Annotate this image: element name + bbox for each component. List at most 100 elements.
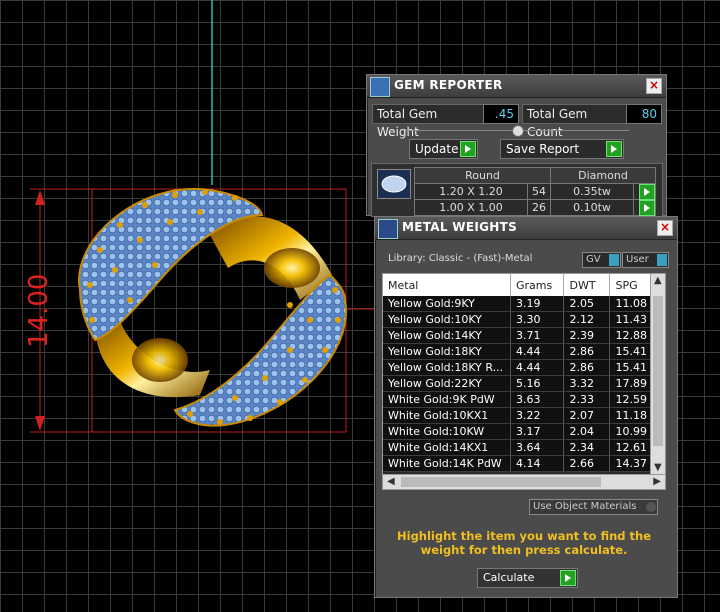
spg-value: 12.59 bbox=[609, 391, 653, 408]
splitter-handle[interactable] bbox=[512, 125, 524, 137]
user-toggle[interactable]: User bbox=[622, 252, 669, 268]
metal-column-header[interactable]: Metal bbox=[383, 274, 511, 296]
scroll-right-icon[interactable]: ▶ bbox=[653, 476, 661, 488]
gem-count: 54 bbox=[527, 183, 551, 200]
grams-value: 3.19 bbox=[510, 296, 565, 312]
metal-name: White Gold:14KX1 bbox=[383, 439, 511, 456]
spg-column-header[interactable]: SPG bbox=[609, 274, 653, 296]
grams-value: 3.17 bbox=[510, 423, 565, 440]
gem-row-arrow[interactable] bbox=[632, 199, 657, 216]
metal-table[interactable]: Metal Grams DWT SPG Yellow Gold:9KY 3.19 2… bbox=[382, 273, 666, 490]
dwt-value: 2.33 bbox=[563, 391, 611, 408]
spg-value: 15.41 bbox=[609, 343, 653, 360]
grams-value: 5.16 bbox=[510, 375, 565, 392]
total-gem-count-value: 80 bbox=[626, 104, 662, 124]
scroll-thumb[interactable] bbox=[653, 296, 663, 446]
calculate-label: Calculate bbox=[483, 571, 535, 584]
dwt-value: 2.12 bbox=[563, 311, 611, 328]
ring-model bbox=[78, 187, 348, 427]
metal-name: White Gold:14K PdW bbox=[383, 455, 511, 472]
gem-reporter-titlebar[interactable]: GEM REPORTER × bbox=[367, 75, 666, 98]
metal-name: Yellow Gold:18KY bbox=[383, 343, 511, 360]
dwt-value: 2.86 bbox=[563, 359, 611, 376]
total-gem-weight-label: Total Gem Weight bbox=[372, 104, 486, 139]
spg-value: 11.43 bbox=[609, 311, 653, 328]
grams-column-header[interactable]: Grams bbox=[510, 274, 565, 296]
scroll-thumb[interactable] bbox=[401, 477, 601, 487]
horizontal-scrollbar[interactable]: ◀ ▶ bbox=[383, 474, 665, 489]
metal-row[interactable]: Yellow Gold:14KY 3.71 2.39 12.88 bbox=[383, 327, 653, 344]
dwt-value: 2.04 bbox=[563, 423, 611, 440]
gem-row-arrow[interactable] bbox=[632, 183, 657, 200]
report-icon bbox=[370, 77, 390, 97]
spg-value: 15.41 bbox=[609, 359, 653, 376]
vertical-scrollbar[interactable]: ▲ ▼ bbox=[650, 274, 665, 477]
use-object-materials-checkbox[interactable]: Use Object Materials bbox=[529, 499, 658, 515]
metal-name: Yellow Gold:22KY bbox=[383, 375, 511, 392]
spg-value: 12.61 bbox=[609, 439, 653, 456]
metal-row[interactable]: White Gold:14K PdW 4.14 2.66 14.37 bbox=[383, 455, 653, 472]
metal-row[interactable]: Yellow Gold:18KY 4.44 2.86 15.41 bbox=[383, 343, 653, 360]
metal-row[interactable]: White Gold:10KW 3.17 2.04 10.99 bbox=[383, 423, 653, 440]
dwt-value: 2.05 bbox=[563, 296, 611, 312]
dwt-value: 2.86 bbox=[563, 343, 611, 360]
gem-table: Round Diamond 1.20 X 1.20 54 0.35tw 1.00… bbox=[414, 167, 657, 216]
close-icon[interactable]: × bbox=[657, 220, 673, 236]
dwt-column-header[interactable]: DWT bbox=[563, 274, 611, 296]
gem-count: 26 bbox=[527, 199, 551, 216]
scroll-left-icon[interactable]: ◀ bbox=[387, 476, 395, 488]
metal-row[interactable]: Yellow Gold:18KY R... 4.44 2.86 15.41 bbox=[383, 359, 653, 376]
dwt-value: 2.07 bbox=[563, 407, 611, 424]
scroll-down-icon[interactable]: ▼ bbox=[654, 462, 662, 474]
grams-value: 3.63 bbox=[510, 391, 565, 408]
gem-size: 1.20 X 1.20 bbox=[414, 183, 528, 200]
metal-row[interactable]: Yellow Gold:10KY 3.30 2.12 11.43 bbox=[383, 311, 653, 328]
update-button[interactable]: Update bbox=[409, 139, 478, 159]
library-label: Library: Classic - (Fast)-Metal bbox=[388, 253, 533, 264]
dwt-value: 2.34 bbox=[563, 439, 611, 456]
use-object-materials-label: Use Object Materials bbox=[533, 501, 637, 512]
scroll-up-icon[interactable]: ▲ bbox=[654, 275, 662, 287]
metal-weights-titlebar[interactable]: METAL WEIGHTS × bbox=[375, 217, 677, 240]
metal-row[interactable]: White Gold:9K PdW 3.63 2.33 12.59 bbox=[383, 391, 653, 408]
instruction-text: Highlight the item you want to find the … bbox=[397, 529, 651, 557]
gem-reporter-title: GEM REPORTER bbox=[394, 78, 503, 92]
close-icon[interactable]: × bbox=[646, 78, 662, 94]
grams-value: 3.71 bbox=[510, 327, 565, 344]
metal-name: White Gold:10KW bbox=[383, 423, 511, 440]
spg-value: 11.18 bbox=[609, 407, 653, 424]
save-report-label: Save Report bbox=[506, 142, 580, 156]
play-icon bbox=[639, 184, 655, 200]
spg-value: 12.88 bbox=[609, 327, 653, 344]
gem-row[interactable]: 1.20 X 1.20 54 0.35tw bbox=[414, 183, 657, 200]
grams-value: 4.14 bbox=[510, 455, 565, 472]
metal-row[interactable]: White Gold:10KX1 3.22 2.07 11.18 bbox=[383, 407, 653, 424]
dimension-label: 14.00 bbox=[24, 273, 54, 348]
gem-row[interactable]: 1.00 X 1.00 26 0.10tw bbox=[414, 199, 657, 216]
play-icon bbox=[460, 141, 476, 157]
metal-name: Yellow Gold:14KY bbox=[383, 327, 511, 344]
gem-weight: 0.35tw bbox=[550, 183, 634, 200]
metal-weights-title: METAL WEIGHTS bbox=[402, 220, 518, 234]
grams-value: 3.30 bbox=[510, 311, 565, 328]
grams-value: 4.44 bbox=[510, 359, 565, 376]
save-report-button[interactable]: Save Report bbox=[500, 139, 624, 159]
gv-label: GV bbox=[586, 254, 601, 265]
dwt-value: 3.32 bbox=[563, 375, 611, 392]
dwt-value: 2.66 bbox=[563, 455, 611, 472]
spg-value: 10.99 bbox=[609, 423, 653, 440]
metal-row[interactable]: Yellow Gold:22KY 5.16 3.32 17.89 bbox=[383, 375, 653, 392]
spg-value: 14.37 bbox=[609, 455, 653, 472]
calculate-button[interactable]: Calculate bbox=[477, 568, 578, 588]
play-icon bbox=[639, 200, 655, 216]
grams-value: 3.64 bbox=[510, 439, 565, 456]
gem-material-header: Diamond bbox=[550, 167, 656, 184]
total-gem-weight-value: .45 bbox=[483, 104, 519, 124]
gv-toggle[interactable]: GV bbox=[582, 252, 621, 268]
gem-weight: 0.10tw bbox=[550, 199, 634, 216]
metal-row[interactable]: Yellow Gold:9KY 3.19 2.05 11.08 bbox=[383, 296, 653, 312]
metal-name: White Gold:9K PdW bbox=[383, 391, 511, 408]
update-label: Update bbox=[415, 142, 459, 156]
grams-value: 4.44 bbox=[510, 343, 565, 360]
metal-row[interactable]: White Gold:14KX1 3.64 2.34 12.61 bbox=[383, 439, 653, 456]
